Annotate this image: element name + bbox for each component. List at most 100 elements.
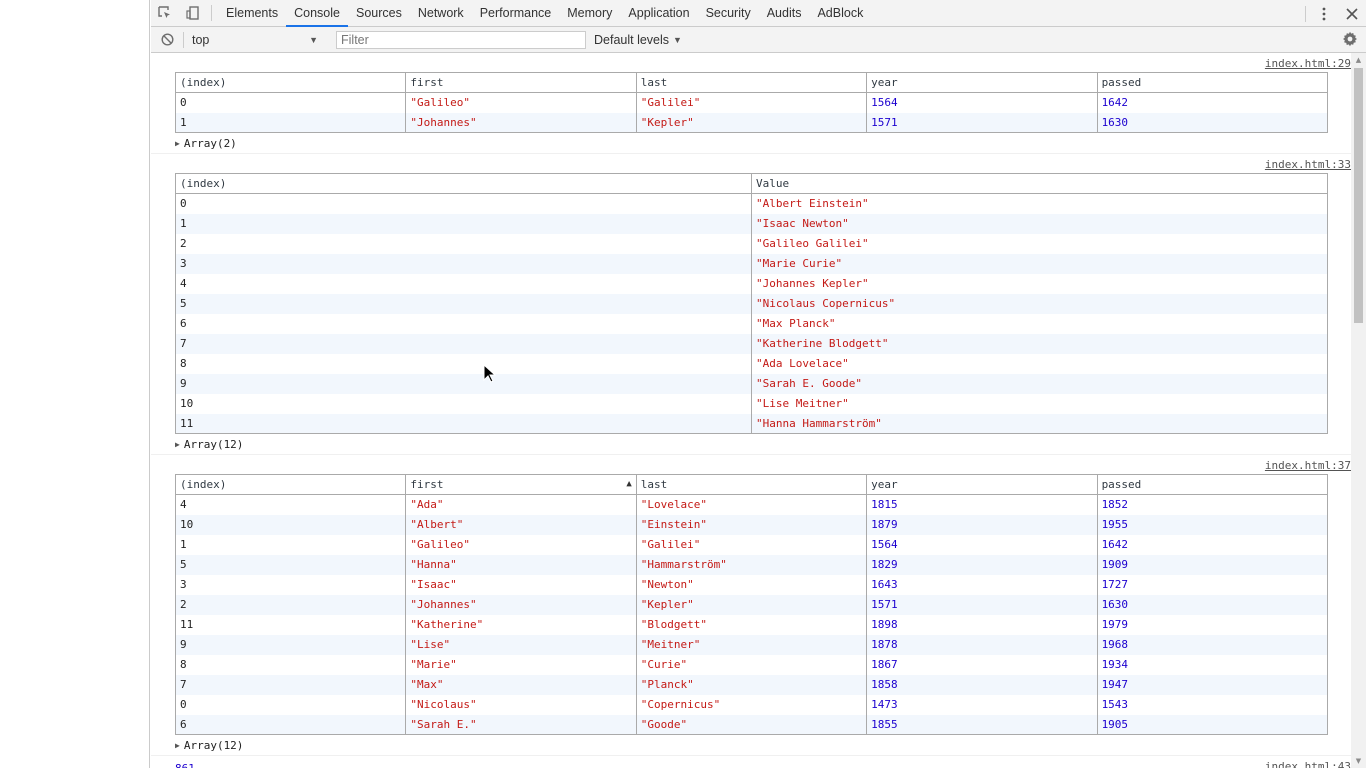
table-cell: "Lovelace" xyxy=(636,494,868,515)
table-cell: "Sarah E." xyxy=(405,714,637,735)
close-icon[interactable] xyxy=(1338,0,1366,27)
table-cell: 1 xyxy=(175,112,407,133)
table-cell: 6 xyxy=(175,714,407,735)
table-cell: 1879 xyxy=(866,514,1098,535)
table-cell: "Lise Meitner" xyxy=(751,393,1328,414)
toolbar-divider xyxy=(1305,5,1306,22)
table-cell: "Isaac Newton" xyxy=(751,213,1328,234)
table-row: 6 "Sarah E." "Goode" 1855 1905 xyxy=(175,714,1329,735)
table-cell: 4 xyxy=(175,494,407,515)
array-summary[interactable]: ▶ Array(12) xyxy=(175,437,1351,452)
console-table: (index) first ▲ last year passed 4 "Ada" "Lovel… xyxy=(175,474,1329,735)
table-cell: 1947 xyxy=(1097,674,1329,695)
table-row: 0 "Galileo" "Galilei" 1564 1642 xyxy=(175,92,1329,113)
more-vert-icon[interactable] xyxy=(1310,0,1338,27)
table-cell: 1727 xyxy=(1097,574,1329,595)
console-message: index.html:33 (index) Value 0 "Albert Eins… xyxy=(151,154,1351,455)
column-header-passed[interactable]: passed xyxy=(1097,474,1329,495)
table-cell: 1630 xyxy=(1097,112,1329,133)
tab-performance[interactable]: Performance xyxy=(472,0,560,27)
table-cell: "Nicolaus Copernicus" xyxy=(751,293,1328,314)
tab-memory[interactable]: Memory xyxy=(559,0,620,27)
context-selector[interactable]: top ▼ xyxy=(184,33,324,47)
column-header-index[interactable]: (index) xyxy=(175,72,407,93)
table-cell: 1934 xyxy=(1097,654,1329,675)
tab-application[interactable]: Application xyxy=(620,0,697,27)
tab-sources[interactable]: Sources xyxy=(348,0,410,27)
tab-audits[interactable]: Audits xyxy=(759,0,810,27)
column-header-year[interactable]: year xyxy=(866,474,1098,495)
toolbar-divider xyxy=(211,5,212,21)
filter-input[interactable] xyxy=(336,30,586,49)
column-header-index[interactable]: (index) xyxy=(175,474,407,495)
table-row: 1 "Johannes" "Kepler" 1571 1630 xyxy=(175,112,1329,133)
column-header-index[interactable]: (index) xyxy=(175,173,752,194)
column-header-first[interactable]: first ▲ xyxy=(405,474,637,495)
column-header-passed[interactable]: passed xyxy=(1097,72,1329,93)
table-cell: 1898 xyxy=(866,614,1098,635)
console-scrollbar[interactable]: ▲ ▼ xyxy=(1351,53,1366,768)
device-toggle-icon[interactable] xyxy=(179,0,207,27)
table-cell: 1 xyxy=(175,534,407,555)
column-header-last[interactable]: last xyxy=(636,474,868,495)
table-row: 6 "Max Planck" xyxy=(175,313,1328,334)
source-link[interactable]: index.html:29 xyxy=(1265,57,1351,70)
table-cell: "Hanna" xyxy=(405,554,637,575)
source-link[interactable]: index.html:33 xyxy=(1265,158,1351,171)
scrollbar-thumb[interactable] xyxy=(1354,68,1363,323)
devtools-panel: Elements Console Sources Network Performance… xyxy=(151,0,1366,768)
table-row: 9 "Lise" "Meitner" 1878 1968 xyxy=(175,634,1329,655)
tab-console[interactable]: Console xyxy=(286,0,348,27)
table-cell: 1815 xyxy=(866,494,1098,515)
table-cell: "Galilei" xyxy=(636,92,868,113)
clear-console-icon[interactable] xyxy=(151,33,183,46)
table-cell: 2 xyxy=(175,233,752,254)
column-header-value[interactable]: Value xyxy=(751,173,1328,194)
table-cell: 1 xyxy=(175,213,752,234)
table-cell: "Copernicus" xyxy=(636,694,868,715)
tab-network[interactable]: Network xyxy=(410,0,472,27)
column-header-first[interactable]: first xyxy=(405,72,637,93)
table-cell: 1473 xyxy=(866,694,1098,715)
inspect-icon[interactable] xyxy=(151,0,179,27)
array-summary[interactable]: ▶ Array(2) xyxy=(175,136,1351,151)
table-cell: 1852 xyxy=(1097,494,1329,515)
table-cell: 3 xyxy=(175,253,752,274)
devtools-tabbar: Elements Console Sources Network Performance… xyxy=(151,0,1366,27)
table-cell: 1643 xyxy=(866,574,1098,595)
table-cell: "Katherine Blodgett" xyxy=(751,333,1328,354)
table-cell: 1642 xyxy=(1097,92,1329,113)
number-output: 861 xyxy=(175,760,1351,768)
table-cell: 7 xyxy=(175,674,407,695)
table-cell: "Johannes Kepler" xyxy=(751,273,1328,294)
table-cell: 1968 xyxy=(1097,634,1329,655)
console-table: (index) Value 0 "Albert Einstein" 1 "Isaac N… xyxy=(175,173,1328,434)
array-summary[interactable]: ▶ Array(12) xyxy=(175,738,1351,753)
table-cell: 1543 xyxy=(1097,694,1329,715)
source-link[interactable]: index.html:43 xyxy=(1265,760,1351,768)
table-row: 11 "Katherine" "Blodgett" 1898 1979 xyxy=(175,614,1329,635)
tab-elements[interactable]: Elements xyxy=(218,0,286,27)
table-row: 7 "Katherine Blodgett" xyxy=(175,333,1328,354)
log-levels-dropdown[interactable]: Default levels ▼ xyxy=(594,33,682,47)
scroll-up-icon[interactable]: ▲ xyxy=(1351,53,1366,67)
table-cell: "Hammarström" xyxy=(636,554,868,575)
table-cell: "Albert Einstein" xyxy=(751,193,1328,214)
source-link[interactable]: index.html:37 xyxy=(1265,459,1351,472)
table-cell: 1878 xyxy=(866,634,1098,655)
table-cell: "Kepler" xyxy=(636,594,868,615)
table-cell: 0 xyxy=(175,92,407,113)
settings-gear-icon[interactable] xyxy=(1342,31,1360,49)
scroll-down-icon[interactable]: ▼ xyxy=(1351,754,1366,768)
table-cell: 9 xyxy=(175,373,752,394)
column-header-last[interactable]: last xyxy=(636,72,868,93)
tab-security[interactable]: Security xyxy=(698,0,759,27)
table-row: 5 "Nicolaus Copernicus" xyxy=(175,293,1328,314)
tab-adblock[interactable]: AdBlock xyxy=(809,0,871,27)
table-cell: 1909 xyxy=(1097,554,1329,575)
table-cell: "Katherine" xyxy=(405,614,637,635)
table-cell: "Max Planck" xyxy=(751,313,1328,334)
column-header-year[interactable]: year xyxy=(866,72,1098,93)
table-cell: 11 xyxy=(175,614,407,635)
table-row: 11 "Hanna Hammarström" xyxy=(175,413,1328,434)
